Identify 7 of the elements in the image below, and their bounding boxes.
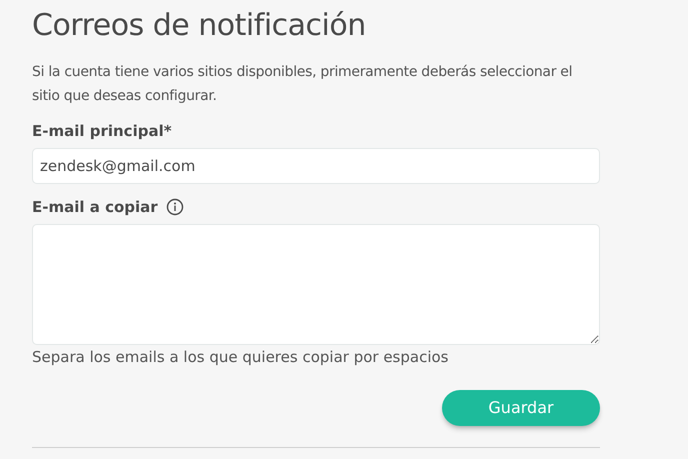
field-label: E-mail principal*	[32, 121, 172, 142]
info-icon[interactable]	[166, 198, 184, 216]
email-field[interactable]: zendesk@gmail.com	[32, 148, 600, 184]
field-label: E-mail a copiar	[32, 197, 158, 218]
description: Si la cuenta tiene varios sitios disponibles, primeramente deberás seleccionar el sitio que deseas configurar.	[32, 63, 574, 106]
page-title: Correos de notificación	[32, 7, 367, 45]
help-text: Separa los emails a los que quieres copiar por espacios	[32, 347, 450, 368]
